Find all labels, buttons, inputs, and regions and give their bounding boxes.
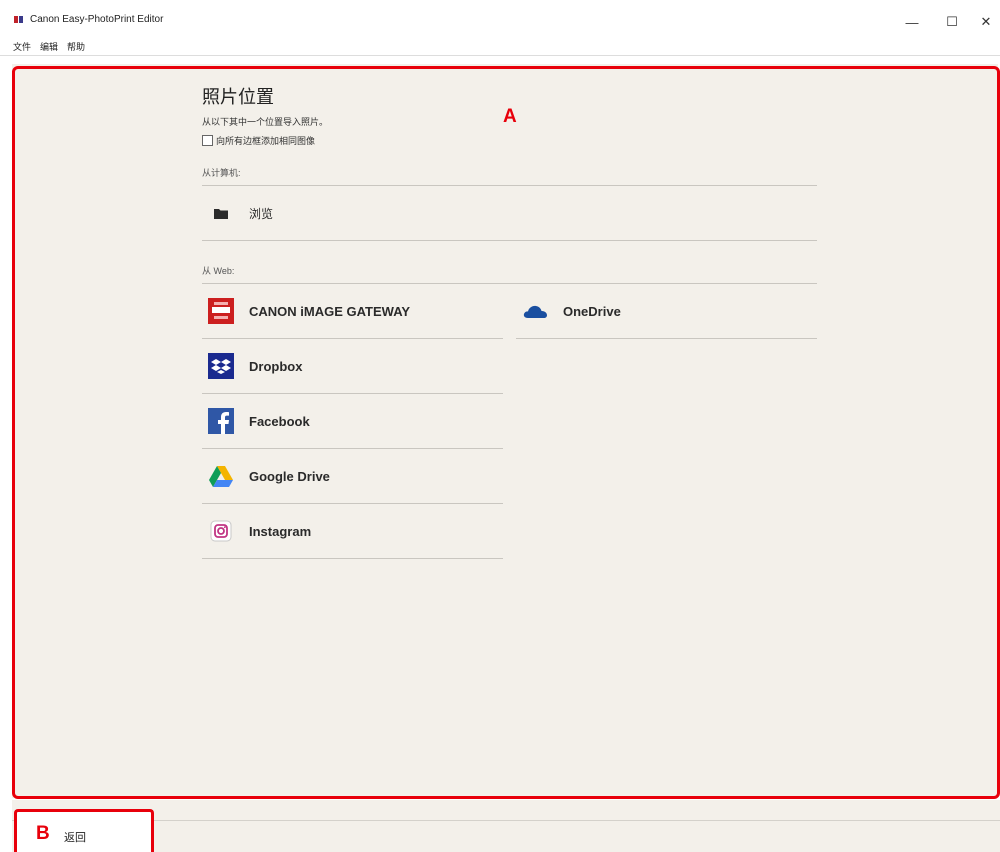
- same-image-option[interactable]: 向所有边框添加相同图像: [202, 134, 315, 147]
- back-label: 返回: [64, 831, 86, 844]
- maximize-icon: ☐: [946, 14, 958, 29]
- window-title: Canon Easy-PhotoPrint Editor: [30, 14, 164, 25]
- photo-location-panel: [12, 64, 998, 798]
- menubar-divider: [0, 55, 1000, 56]
- menu-edit[interactable]: 编辑: [40, 40, 58, 53]
- menu-bar: 文件 编辑 帮助: [0, 36, 1000, 56]
- service-onedrive[interactable]: OneDrive: [516, 284, 817, 338]
- service-label: CANON iMAGE GATEWAY: [249, 303, 411, 319]
- onedrive-icon: [522, 298, 548, 324]
- service-facebook[interactable]: Facebook: [202, 394, 503, 448]
- annotation-marker-b: B: [36, 823, 50, 844]
- service-label: Facebook: [249, 413, 310, 429]
- dropbox-icon: [208, 353, 234, 379]
- title-bar: Canon Easy-PhotoPrint Editor — ☐ ✕: [0, 0, 1000, 36]
- same-image-checkbox-label: 向所有边框添加相同图像: [216, 136, 316, 146]
- canon-image-gateway-icon: [208, 298, 234, 324]
- instruction-text: 从以下其中一个位置导入照片。: [202, 117, 329, 127]
- from-computer-label: 从计算机:: [202, 168, 241, 178]
- minimize-icon: —: [905, 14, 919, 30]
- facebook-icon: [208, 408, 234, 434]
- minimize-button[interactable]: —: [892, 8, 932, 36]
- divider: [202, 240, 817, 241]
- google-drive-icon: [208, 463, 234, 489]
- browse-button[interactable]: 浏览: [202, 186, 817, 240]
- instagram-icon: [208, 518, 234, 544]
- app-logo-icon: [14, 16, 23, 23]
- service-dropbox[interactable]: Dropbox: [202, 339, 503, 393]
- service-google-drive[interactable]: Google Drive: [202, 449, 503, 503]
- menu-file[interactable]: 文件: [13, 40, 31, 53]
- divider: [202, 558, 503, 559]
- service-label: Dropbox: [249, 358, 303, 374]
- folder-icon: [208, 200, 234, 226]
- annotation-marker-a: A: [503, 106, 517, 127]
- service-label: OneDrive: [563, 303, 621, 319]
- close-button[interactable]: ✕: [972, 8, 1000, 36]
- bottom-bar: [12, 800, 1000, 852]
- menu-help[interactable]: 帮助: [67, 40, 85, 53]
- close-icon: ✕: [980, 14, 992, 29]
- window-frame: [0, 56, 12, 852]
- service-label: Google Drive: [249, 468, 330, 484]
- service-label: Instagram: [249, 523, 312, 539]
- bottom-divider: [12, 820, 1000, 821]
- service-canon-image-gateway[interactable]: CANON iMAGE GATEWAY: [202, 284, 503, 338]
- page-title: 照片位置: [202, 87, 274, 108]
- same-image-checkbox[interactable]: [202, 135, 213, 146]
- from-web-label: 从 Web:: [202, 266, 235, 276]
- service-instagram[interactable]: Instagram: [202, 504, 503, 558]
- divider: [516, 338, 817, 339]
- browse-label: 浏览: [249, 206, 274, 221]
- maximize-button[interactable]: ☐: [932, 8, 972, 36]
